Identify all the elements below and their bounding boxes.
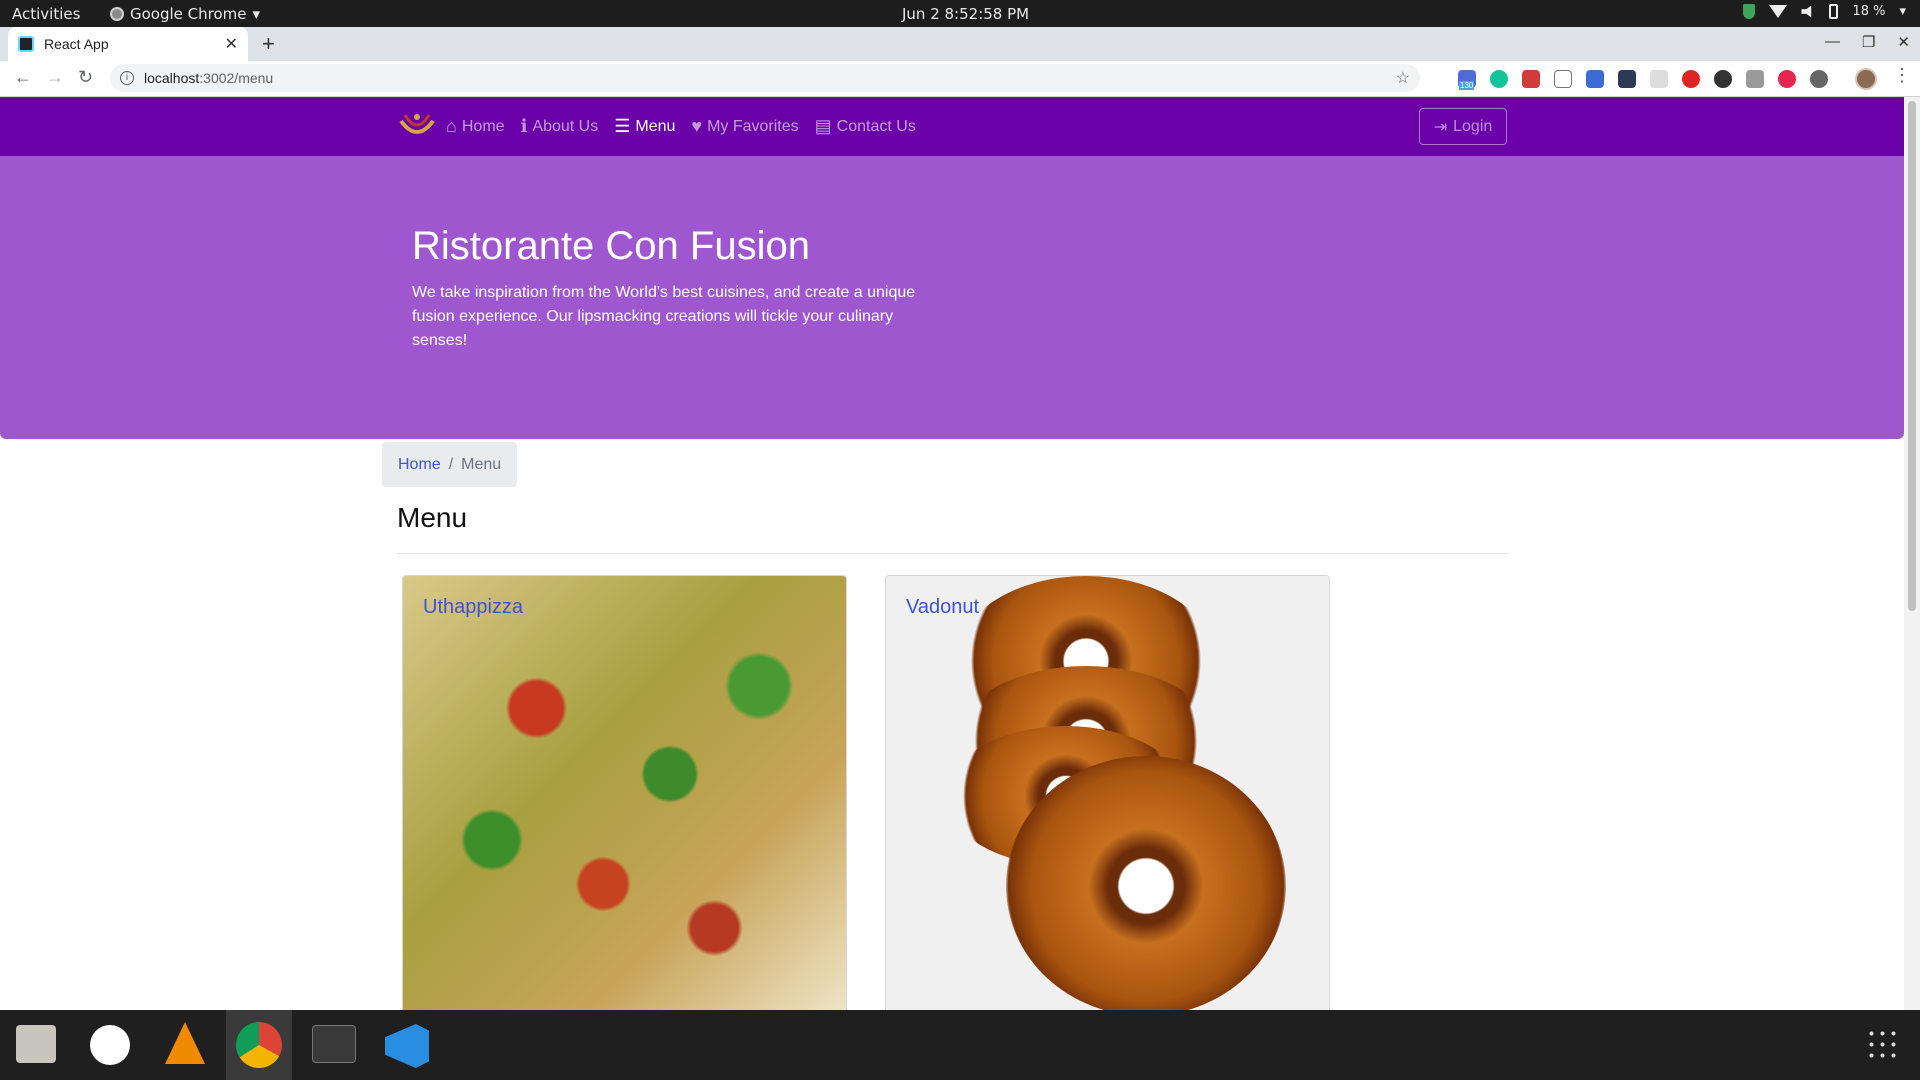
system-tray[interactable]: 18 % ▾ [1743, 4, 1906, 19]
chrome-icon [110, 7, 124, 21]
slack-icon[interactable] [90, 1025, 130, 1065]
dish-name[interactable]: Uthappizza [423, 596, 523, 619]
reload-icon[interactable]: ↻ [78, 67, 93, 88]
wifi-icon [1769, 5, 1788, 18]
close-window-icon[interactable]: ✕ [1897, 33, 1910, 51]
extension-icon[interactable] [1778, 70, 1796, 88]
clock[interactable]: Jun 2 8:52:58 PM [902, 5, 1029, 23]
battery-icon [1829, 4, 1839, 19]
dish-card[interactable]: Uthappizza [402, 575, 847, 1010]
url-text[interactable]: localhost:3002/menu [144, 70, 1396, 86]
close-tab-icon[interactable]: ✕ [225, 34, 238, 54]
back-icon[interactable]: ← [14, 67, 32, 88]
activities-button[interactable]: Activities [12, 5, 80, 23]
extensions-area: 130 [1458, 70, 1828, 90]
new-tab-button[interactable]: + [262, 31, 275, 57]
app-grid-icon[interactable] [1866, 1028, 1900, 1062]
tab-strip: React App ✕ + — ❐ ✕ [0, 27, 1920, 61]
window-controls: — ❐ ✕ [1825, 33, 1910, 51]
tab-title: React App [44, 36, 109, 52]
system-top-bar: Activities Google Chrome ▾ Jun 2 8:52:58… [0, 0, 1920, 27]
list-icon: ☰ [614, 116, 631, 136]
grammarly-icon[interactable] [1490, 70, 1508, 88]
terminal-icon[interactable] [312, 1025, 356, 1063]
nav-contact[interactable]: ▤ Contact Us [815, 116, 916, 137]
info-icon: ℹ [520, 116, 528, 136]
web-page: ⌂ Home ℹ About Us ☰ Menu ♥ My Favorites ▤ Con… [0, 97, 1904, 1010]
bookmark-star-icon[interactable]: ☆ [1396, 68, 1410, 88]
extension-icon[interactable] [1554, 70, 1572, 88]
files-icon[interactable] [16, 1025, 56, 1063]
browser-tab[interactable]: React App ✕ [8, 27, 248, 61]
dock [0, 1010, 1920, 1080]
minimize-icon[interactable]: — [1825, 33, 1840, 51]
breadcrumb-current: Menu [461, 455, 502, 473]
react-favicon-icon [18, 36, 34, 52]
nav-links: ⌂ Home ℹ About Us ☰ Menu ♥ My Favorites ▤ Con… [446, 97, 916, 156]
app-menu-label: Google Chrome [130, 5, 247, 23]
chrome-icon[interactable] [236, 1022, 282, 1068]
speaker-icon [1801, 5, 1812, 18]
battery-level: 18 % [1852, 4, 1886, 19]
caret-down-icon: ▾ [1899, 4, 1906, 19]
caret-down-icon: ▾ [252, 5, 261, 23]
extension-icon[interactable] [1650, 70, 1668, 88]
chrome-menu-icon[interactable]: ⋮ [1893, 65, 1911, 86]
restore-icon[interactable]: ❐ [1862, 33, 1875, 51]
pen-icon[interactable] [1586, 70, 1604, 88]
scrollbar-thumb[interactable] [1908, 101, 1916, 611]
extension-icon[interactable]: 130 [1458, 70, 1476, 90]
nav-about[interactable]: ℹ About Us [521, 116, 599, 137]
extension-icon[interactable] [1810, 70, 1828, 88]
nav-menu[interactable]: ☰ Menu [614, 116, 675, 137]
dish-image [403, 576, 846, 1010]
breadcrumb-separator: / [448, 455, 454, 473]
home-icon: ⌂ [446, 116, 457, 136]
extension-icon[interactable] [1618, 70, 1636, 88]
breadcrumb-home-link[interactable]: Home [398, 456, 441, 474]
vscode-icon[interactable] [385, 1024, 429, 1068]
shield-icon [1743, 4, 1756, 19]
address-card-icon: ▤ [814, 116, 832, 136]
app-menu[interactable]: Google Chrome ▾ [110, 5, 260, 23]
restaurant-title: Ristorante Con Fusion [412, 224, 810, 268]
heart-icon: ♥ [691, 116, 703, 136]
site-navbar: ⌂ Home ℹ About Us ☰ Menu ♥ My Favorites ▤ Con… [0, 97, 1904, 156]
browser-toolbar: ← → ↻ i localhost:3002/menu ☆ 130 ⋮ [0, 61, 1920, 97]
address-bar[interactable]: i localhost:3002/menu ☆ [110, 64, 1420, 92]
dish-card[interactable]: Vadonut [885, 575, 1330, 1010]
page-scrollbar[interactable] [1904, 97, 1920, 1010]
page-title: Menu [397, 502, 468, 533]
dish-name[interactable]: Vadonut [906, 596, 979, 619]
nav-favorites[interactable]: ♥ My Favorites [691, 116, 798, 137]
extension-icon[interactable] [1714, 70, 1732, 88]
login-button[interactable]: ⇥ Login [1419, 108, 1507, 145]
dish-image [886, 576, 1329, 1010]
profile-avatar[interactable] [1855, 68, 1877, 90]
sign-in-icon: ⇥ [1433, 118, 1448, 136]
extension-icon[interactable] [1682, 70, 1700, 88]
site-info-icon[interactable]: i [120, 71, 134, 85]
extension-icon[interactable] [1522, 70, 1540, 88]
forward-icon[interactable]: → [46, 67, 64, 88]
vlc-icon[interactable] [165, 1022, 205, 1064]
restaurant-tagline: We take inspiration from the World's bes… [412, 284, 916, 349]
breadcrumb: Home / Menu [382, 442, 518, 487]
camera-icon[interactable] [1746, 70, 1764, 88]
nav-home[interactable]: ⌂ Home [446, 116, 505, 137]
jumbotron: Ristorante Con Fusion We take inspiratio… [0, 156, 1904, 439]
divider [397, 553, 1508, 554]
logo-icon[interactable] [397, 109, 437, 141]
